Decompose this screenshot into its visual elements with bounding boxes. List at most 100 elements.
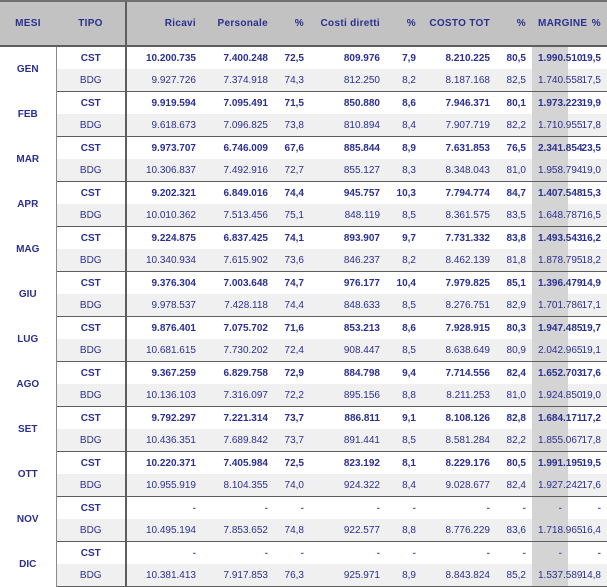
cell-mese: GEN <box>0 46 57 92</box>
table-row[interactable]: DIC CST - - - - - - - - - <box>0 541 607 587</box>
table-row[interactable]: NOV CST - - - - - - - - - <box>0 496 607 542</box>
cell-tipo: BDG <box>56 114 127 137</box>
cell-margine: 1.407.548 <box>532 181 583 204</box>
cell-margine: 1.958.794 <box>532 159 583 182</box>
cell-costo-tot: 8.776.229 <box>422 519 496 542</box>
table-row[interactable]: BDG 10.010.362 7.513.456 75,1 848.119 8,5 8.36… <box>0 204 607 227</box>
table-row[interactable]: OTT CST 10.220.371 7.405.984 72,5 823.192 8,1 8… <box>0 451 607 497</box>
cell-pct-costi: 9,4 <box>386 361 422 384</box>
cell-tipo: CST <box>56 46 127 69</box>
table-row[interactable]: GEN CST 10.200.735 7.400.248 72,5 809.976 7,9 8… <box>0 46 607 92</box>
table-row[interactable]: BDG 10.340.934 7.615.902 73,6 846.237 8,2 8.46… <box>0 249 607 272</box>
cell-tipo: CST <box>56 136 127 159</box>
table-row[interactable]: BDG 9.618.673 7.096.825 73,8 810.894 8,4 7.907… <box>0 114 607 137</box>
table-body: GEN CST 10.200.735 7.400.248 72,5 809.976 7,9 8… <box>0 46 607 587</box>
cell-costo-tot: 7.731.332 <box>422 226 496 249</box>
column-header-costi-diretti[interactable]: Costi diretti <box>310 2 386 47</box>
cell-ricavi: 9.367.259 <box>126 361 202 384</box>
cell-costi-diretti: 922.577 <box>310 519 386 542</box>
cell-pct-costi: 8,8 <box>386 384 422 407</box>
cell-mese: GIU <box>0 271 57 317</box>
cell-costo-tot: 7.714.556 <box>422 361 496 384</box>
table-row[interactable]: BDG 10.136.103 7.316.097 72,2 895.156 8,8 8.21… <box>0 384 607 407</box>
table-row[interactable]: BDG 10.495.194 7.853.652 74,8 922.577 8,8 8.77… <box>0 519 607 542</box>
table-row[interactable]: GIU CST 9.376.304 7.003.648 74,7 976.177 10,4 7… <box>0 271 607 317</box>
cell-costo-tot: 8.210.225 <box>422 46 496 69</box>
cell-pct-costo-tot: 82,5 <box>496 69 532 92</box>
cell-pct-costi: 8,1 <box>386 451 422 474</box>
table-row[interactable]: BDG 9.927.726 7.374.918 74,3 812.250 8,2 8.187… <box>0 69 607 92</box>
table-row[interactable]: APR CST 9.202.321 6.849.016 74,4 945.757 10,3 7… <box>0 181 607 227</box>
cell-pct-costo-tot: - <box>496 541 532 564</box>
column-header-costo-tot[interactable]: COSTO TOT <box>422 2 496 47</box>
cell-ricavi: 10.340.934 <box>126 249 202 272</box>
cell-costo-tot: 8.638.649 <box>422 339 496 362</box>
cell-pct-costi: 10,4 <box>386 271 422 294</box>
cell-costi-diretti: 809.976 <box>310 46 386 69</box>
table-row[interactable]: SET CST 9.792.297 7.221.314 73,7 886.811 9,1 8.… <box>0 406 607 452</box>
table-row[interactable]: FEB CST 9.919.594 7.095.491 71,5 850.880 8,6 7.… <box>0 91 607 137</box>
cell-pct-costo-tot: 76,5 <box>496 136 532 159</box>
cell-tipo: BDG <box>56 69 127 92</box>
cell-pct-costi: 8,8 <box>386 519 422 542</box>
cell-tipo: CST <box>56 316 127 339</box>
cell-tipo: BDG <box>56 339 127 362</box>
cell-ricavi: 9.876.401 <box>126 316 202 339</box>
column-header-pct-costo-tot[interactable]: % <box>496 2 532 47</box>
cell-personale: 7.428.118 <box>202 294 274 317</box>
table-row[interactable]: BDG 10.436.351 7.689.842 73,7 891.441 8,5 8.58… <box>0 429 607 452</box>
cell-personale: 7.221.314 <box>202 406 274 429</box>
cell-pct-costi: - <box>386 541 422 564</box>
table-row[interactable]: BDG 10.306.837 7.492.916 72,7 855.127 8,3 8.34… <box>0 159 607 182</box>
cell-margine: 1.537.589 <box>532 564 583 587</box>
cell-costi-diretti: 893.907 <box>310 226 386 249</box>
cell-costi-diretti: 976.177 <box>310 271 386 294</box>
table-row[interactable]: AGO CST 9.367.259 6.829.758 72,9 884.798 9,4 7.… <box>0 361 607 407</box>
cell-ricavi: 10.306.837 <box>126 159 202 182</box>
cell-ricavi: - <box>126 496 202 519</box>
cell-pct-personale: 73,7 <box>274 429 310 452</box>
cell-pct-personale: 71,6 <box>274 316 310 339</box>
cell-personale: - <box>202 541 274 564</box>
cell-pct-costo-tot: 80,5 <box>496 46 532 69</box>
cell-costi-diretti: 945.757 <box>310 181 386 204</box>
column-header-pct-costi[interactable]: % <box>386 2 422 47</box>
cell-mese: SET <box>0 406 57 452</box>
cell-pct-costo-tot: 81,0 <box>496 159 532 182</box>
cell-tipo: BDG <box>56 384 127 407</box>
table-row[interactable]: LUG CST 9.876.401 7.075.702 71,6 853.213 8,6 7.… <box>0 316 607 362</box>
cell-pct-personale: 74,3 <box>274 69 310 92</box>
cell-personale: 7.492.916 <box>202 159 274 182</box>
cell-costi-diretti: 895.156 <box>310 384 386 407</box>
cell-pct-costo-tot: 83,8 <box>496 226 532 249</box>
cell-pct-costi: 8,5 <box>386 204 422 227</box>
cell-margine: - <box>532 541 568 564</box>
column-header-tipo[interactable]: TIPO <box>56 2 127 47</box>
cell-personale: 7.917.853 <box>202 564 274 587</box>
table-row[interactable]: BDG 10.381.413 7.917.853 76,3 925.971 8,9 8.84… <box>0 564 607 587</box>
cell-pct-costi: 8,3 <box>386 159 422 182</box>
column-header-pct-personale[interactable]: % <box>274 2 310 47</box>
column-header-mesi[interactable]: MESI <box>0 2 56 47</box>
cell-margine: 1.990.510 <box>532 46 583 69</box>
cell-costo-tot: 8.462.139 <box>422 249 496 272</box>
cell-personale: 7.615.902 <box>202 249 274 272</box>
cell-tipo: BDG <box>56 204 127 227</box>
table-row[interactable]: BDG 10.681.615 7.730.202 72,4 908.447 8,5 8.63… <box>0 339 607 362</box>
cell-pct-personale: 74,4 <box>274 181 310 204</box>
table-row[interactable]: BDG 9.978.537 7.428.118 74,4 848.633 8,5 8.276… <box>0 294 607 317</box>
cell-margine: - <box>532 496 568 519</box>
cell-pct-costi: 8,2 <box>386 249 422 272</box>
cell-personale: 6.829.758 <box>202 361 274 384</box>
table-row[interactable]: MAG CST 9.224.875 6.837.425 74,1 893.907 9,7 7.… <box>0 226 607 272</box>
cell-pct-personale: 73,6 <box>274 249 310 272</box>
cell-margine: 1.710.955 <box>532 114 583 137</box>
column-header-ricavi[interactable]: Ricavi <box>126 2 202 47</box>
column-header-personale[interactable]: Personale <box>202 2 274 47</box>
table-row[interactable]: MAR CST 9.973.707 6.746.009 67,6 885.844 8,9 7.… <box>0 136 607 182</box>
cell-mese: OTT <box>0 451 57 497</box>
cell-pct-costo-tot: 82,2 <box>496 114 532 137</box>
cell-ricavi: 10.136.103 <box>126 384 202 407</box>
column-header-margine[interactable]: MARGINE <box>532 2 587 47</box>
table-row[interactable]: BDG 10.955.919 8.104.355 74,0 924.322 8,4 9.02… <box>0 474 607 497</box>
